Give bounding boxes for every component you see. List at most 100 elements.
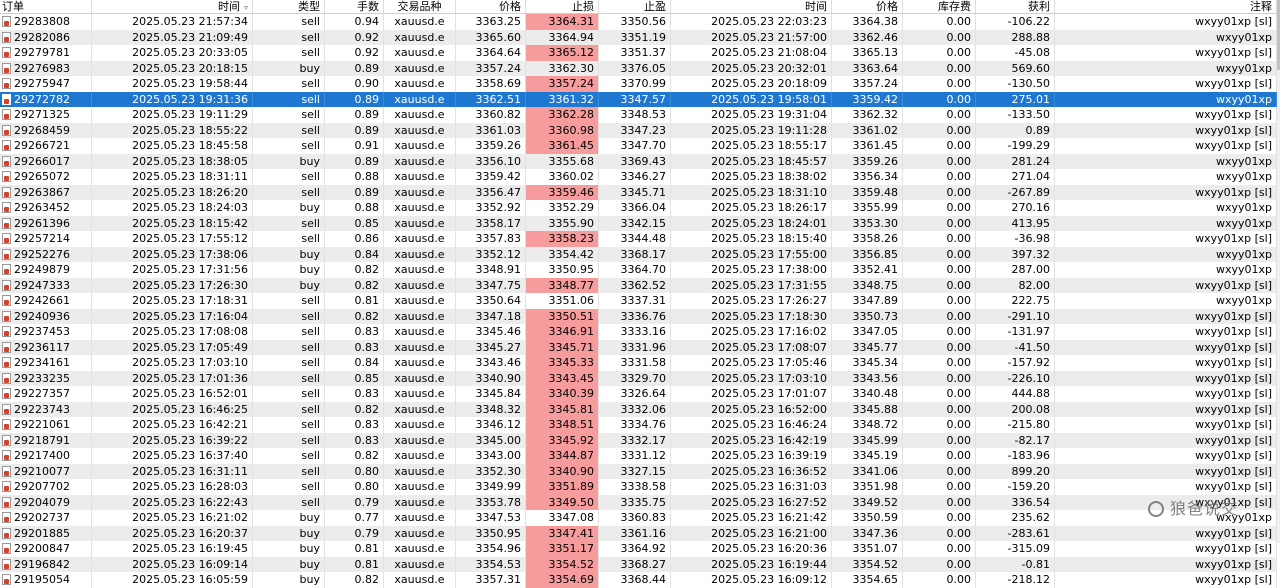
header-profit[interactable]: 获利 [976,0,1055,13]
swap-cell: 0.00 [903,417,976,433]
table-row[interactable]: 29263452 2025.05.23 18:24:03 buy 0.88 xauusd… [0,200,1277,216]
order-document-icon [2,62,11,74]
order-number: 29271325 [14,108,70,121]
table-row[interactable]: 29227357 2025.05.23 16:52:01 sell 0.83 xauus… [0,386,1277,402]
table-row[interactable]: 29275947 2025.05.23 19:58:44 sell 0.90 xauus… [0,76,1277,92]
table-row[interactable]: 29283808 2025.05.23 21:57:34 sell 0.94 xauus… [0,14,1277,30]
order-number: 29263452 [14,201,70,214]
volume-cell: 0.92 [325,45,384,61]
open-time-cell: 2025.05.23 17:26:30 [92,277,253,293]
order-number: 29249879 [14,263,70,276]
order-number: 29282086 [14,30,70,44]
order-document-icon [2,171,11,182]
symbol-cell: xauusd.e [384,541,456,557]
comment-cell: wxyy01xp [sl] [1055,231,1277,247]
comment-cell: wxyy01xp [sl] [1055,308,1277,324]
order-document-icon [2,233,11,244]
open-price-cell: 3345.84 [456,386,526,402]
take-profit-cell: 3366.04 [599,200,671,216]
header-stop-loss[interactable]: 止损 [526,0,599,13]
close-price-cell: 3352.41 [832,262,903,278]
header-type[interactable]: 类型 [253,0,325,13]
take-profit-cell: 3342.15 [599,215,671,231]
type-cell: buy [253,262,325,278]
header-open-time[interactable]: 时间 ▿ [92,0,253,13]
table-row[interactable]: 29242661 2025.05.23 17:18:31 sell 0.81 xauus… [0,293,1277,309]
take-profit-cell: 3368.44 [599,572,671,588]
table-row[interactable]: 29236117 2025.05.23 17:05:49 sell 0.83 xauus… [0,339,1277,355]
close-price-cell: 3365.13 [832,45,903,61]
comment-cell: wxyy01xp [sl] [1055,463,1277,479]
table-row[interactable]: 29272782 2025.05.23 19:31:36 sell 0.89 xauus… [0,91,1277,107]
header-comment[interactable]: 注释 [1055,0,1277,13]
header-symbol[interactable]: 交易品种 [384,0,456,13]
table-row[interactable]: 29195054 2025.05.23 16:05:59 buy 0.82 xauusd… [0,572,1277,588]
open-time-cell: 2025.05.23 16:28:03 [92,479,253,495]
table-row[interactable]: 29252276 2025.05.23 17:38:06 buy 0.84 xauusd… [0,246,1277,262]
table-row[interactable]: 29271325 2025.05.23 19:11:29 sell 0.89 xauus… [0,107,1277,123]
header-close-time[interactable]: 时间 [671,0,832,13]
stop-loss-cell: 3361.32 [526,91,599,107]
table-row[interactable]: 29266017 2025.05.23 18:38:05 buy 0.89 xauusd… [0,153,1277,169]
table-row[interactable]: 29257214 2025.05.23 17:55:12 sell 0.86 xauus… [0,231,1277,247]
table-row[interactable]: 29217400 2025.05.23 16:37:40 sell 0.82 xauus… [0,448,1277,464]
table-row[interactable]: 29204079 2025.05.23 16:22:43 sell 0.79 xauus… [0,494,1277,510]
stop-loss-cell: 3365.12 [526,45,599,61]
order-document-icon [2,16,11,27]
order-cell: 29233235 [0,370,92,386]
close-price-cell: 3350.73 [832,308,903,324]
type-cell: sell [253,339,325,355]
table-row[interactable]: 29282086 2025.05.23 21:09:49 sell 0.92 xauus… [0,29,1277,45]
table-row[interactable]: 29207702 2025.05.23 16:28:03 sell 0.80 xauus… [0,479,1277,495]
order-document-icon [2,264,11,275]
header-close-price[interactable]: 价格 [832,0,903,13]
table-row[interactable]: 29237453 2025.05.23 17:08:08 sell 0.83 xauus… [0,324,1277,340]
header-volume[interactable]: 手数 [325,0,384,13]
volume-cell: 0.82 [325,277,384,293]
header-order[interactable]: 订单 [0,0,92,13]
symbol-cell: xauusd.e [384,153,456,169]
table-row[interactable]: 29276983 2025.05.23 20:18:15 buy 0.89 xauusd… [0,60,1277,76]
table-row[interactable]: 29261396 2025.05.23 18:15:42 sell 0.85 xauus… [0,215,1277,231]
table-row[interactable]: 29223743 2025.05.23 16:46:25 sell 0.82 xauus… [0,401,1277,417]
table-row[interactable]: 29200847 2025.05.23 16:19:45 buy 0.81 xauusd… [0,541,1277,557]
table-row[interactable]: 29218791 2025.05.23 16:39:22 sell 0.83 xauus… [0,432,1277,448]
table-row[interactable]: 29202737 2025.05.23 16:21:02 buy 0.77 xauusd… [0,510,1277,526]
table-row[interactable]: 29234161 2025.05.23 17:03:10 sell 0.84 xauus… [0,355,1277,371]
table-row[interactable]: 29240936 2025.05.23 17:16:04 sell 0.82 xauus… [0,308,1277,324]
open-price-cell: 3363.25 [456,14,526,30]
table-row[interactable]: 29265072 2025.05.23 18:31:11 sell 0.88 xauus… [0,169,1277,185]
table-row[interactable]: 29201885 2025.05.23 16:20:37 buy 0.79 xauusd… [0,525,1277,541]
header-take-profit[interactable]: 止盈 [599,0,671,13]
close-price-cell: 3354.52 [832,556,903,572]
table-row[interactable]: 29263867 2025.05.23 18:26:20 sell 0.89 xauus… [0,184,1277,200]
header-swap[interactable]: 库存费 [903,0,976,13]
open-price-cell: 3357.83 [456,231,526,247]
stop-loss-cell: 3362.30 [526,60,599,76]
table-row[interactable]: 29221061 2025.05.23 16:42:21 sell 0.83 xauus… [0,417,1277,433]
close-time-cell: 2025.05.23 16:27:52 [671,494,832,510]
stop-loss-cell: 3348.51 [526,417,599,433]
order-cell: 29227357 [0,386,92,402]
table-row[interactable]: 29268459 2025.05.23 18:55:22 sell 0.89 xauus… [0,122,1277,138]
order-number: 29263867 [14,185,70,199]
header-open-price[interactable]: 价格 [456,0,526,13]
table-row[interactable]: 29279781 2025.05.23 20:33:05 sell 0.92 xauus… [0,45,1277,61]
swap-cell: 0.00 [903,386,976,402]
table-row[interactable]: 29266721 2025.05.23 18:45:58 sell 0.91 xauus… [0,138,1277,154]
open-price-cell: 3361.03 [456,122,526,138]
trade-history-table: 订单 时间 ▿ 类型 手数 交易品种 价格 止损 止盈 时间 价格 库存费 获利 … [0,0,1277,588]
table-row[interactable]: 29233235 2025.05.23 17:01:36 sell 0.85 xauus… [0,370,1277,386]
comment-cell: wxyy01xp [sl] [1055,184,1277,200]
type-cell: sell [253,91,325,107]
table-row[interactable]: 29196842 2025.05.23 16:09:14 buy 0.81 xauusd… [0,556,1277,572]
volume-cell: 0.89 [325,122,384,138]
open-price-cell: 3348.91 [456,262,526,278]
table-row[interactable]: 29210077 2025.05.23 16:31:11 sell 0.80 xauus… [0,463,1277,479]
order-number: 29257214 [14,232,70,245]
table-body: 29283808 2025.05.23 21:57:34 sell 0.94 xauus… [0,14,1277,588]
open-time-cell: 2025.05.23 16:52:01 [92,386,253,402]
table-row[interactable]: 29249879 2025.05.23 17:31:56 buy 0.82 xauusd… [0,262,1277,278]
profit-cell: 899.20 [976,463,1055,479]
table-row[interactable]: 29247333 2025.05.23 17:26:30 buy 0.82 xauusd… [0,277,1277,293]
